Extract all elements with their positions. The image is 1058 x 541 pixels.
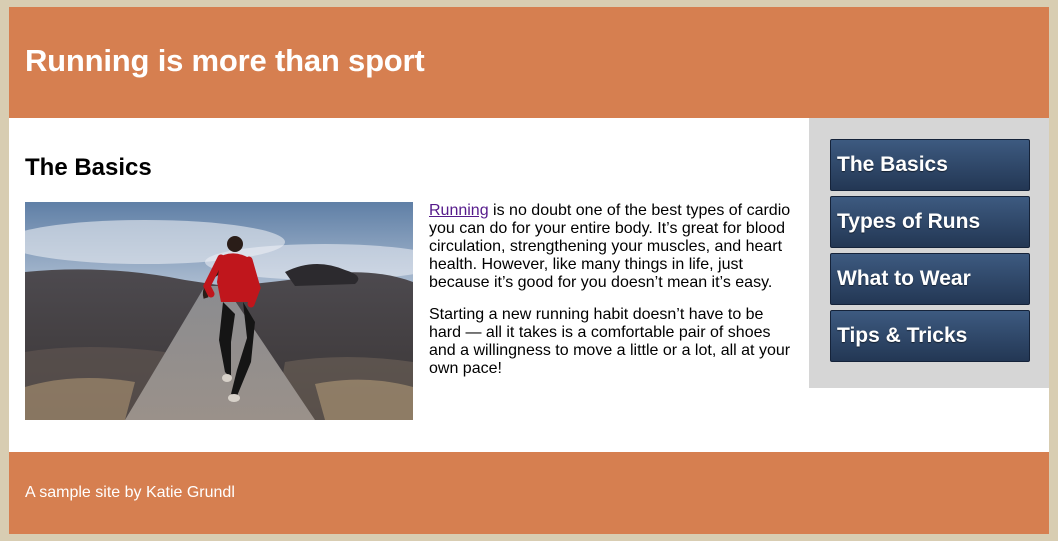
nav-item-tips-and-tricks[interactable]: Tips & Tricks	[830, 310, 1030, 362]
main-content: The Basics Running is no doubt one of th…	[9, 118, 809, 452]
site-footer: A sample site by Katie Grundl	[9, 452, 1049, 534]
site-header: Running is more than sport	[9, 7, 1049, 118]
intro-text: Running is no doubt one of the best type…	[429, 202, 799, 392]
running-link[interactable]: Running	[429, 202, 489, 219]
site-title: Running is more than sport	[25, 43, 425, 78]
nav-item-what-to-wear[interactable]: What to Wear	[830, 253, 1030, 305]
paragraph-1: Running is no doubt one of the best type…	[429, 202, 799, 292]
section-heading: The Basics	[25, 154, 152, 181]
nav-item-the-basics[interactable]: The Basics	[830, 139, 1030, 191]
nav-item-types-of-runs[interactable]: Types of Runs	[830, 196, 1030, 248]
footer-credit: A sample site by Katie Grundl	[25, 484, 235, 501]
sidebar-nav: The Basics Types of Runs What to Wear Ti…	[809, 118, 1049, 388]
runner-photo	[25, 202, 413, 420]
page: Running is more than sport The Basics Ru…	[9, 7, 1049, 534]
runner-photo-illustration	[25, 202, 413, 420]
paragraph-2: Starting a new running habit doesn’t hav…	[429, 306, 791, 377]
